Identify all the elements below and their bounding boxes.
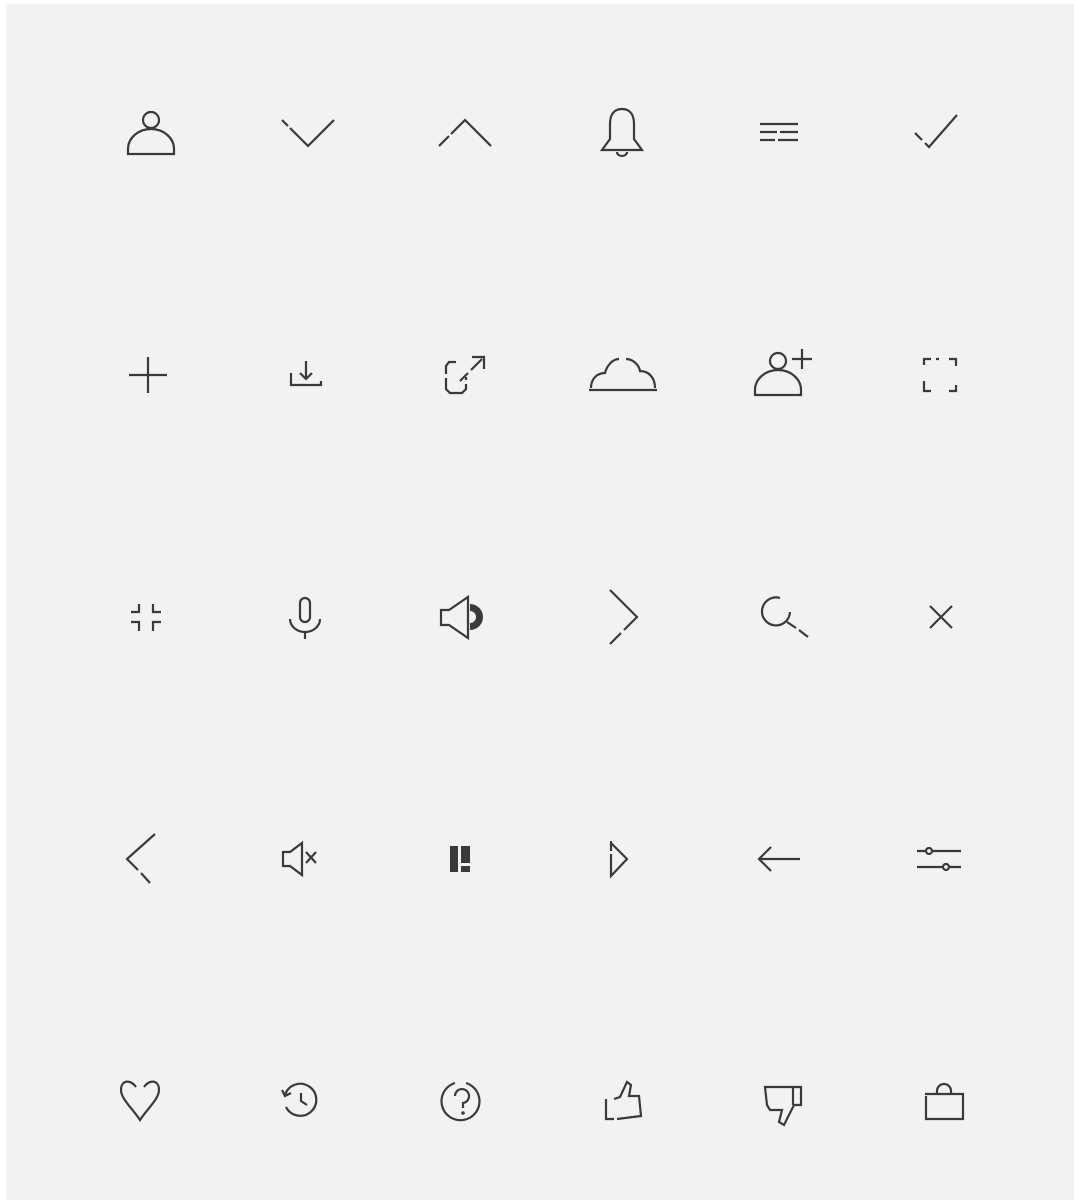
- exit-fullscreen-icon: [106, 577, 186, 657]
- sliders-icon: [898, 819, 978, 899]
- download-icon: [266, 335, 346, 415]
- cloud-icon: [583, 335, 663, 415]
- external-link-icon: [424, 335, 504, 415]
- history-icon: [261, 1061, 341, 1141]
- volume-mute-icon: [263, 819, 343, 899]
- bell-icon: [582, 93, 662, 173]
- chevron-left-icon: [105, 819, 185, 899]
- close-icon: [901, 577, 981, 657]
- fullscreen-icon: [900, 335, 980, 415]
- add-user-icon: [738, 335, 818, 415]
- plus-icon: [108, 335, 188, 415]
- search-icon: [740, 577, 820, 657]
- arrow-left-icon: [740, 819, 820, 899]
- thumbs-down-icon: [743, 1061, 823, 1141]
- play-icon: [580, 819, 660, 899]
- help-icon: [422, 1061, 502, 1141]
- pause-icon: [420, 819, 500, 899]
- check-icon: [896, 93, 976, 173]
- chevron-down-icon: [268, 93, 348, 173]
- menu-icon: [739, 93, 819, 173]
- volume-on-icon: [426, 577, 506, 657]
- thumbs-up-icon: [583, 1061, 663, 1141]
- chevron-right-icon: [584, 577, 664, 657]
- heart-icon: [100, 1061, 180, 1141]
- shopping-bag-icon: [904, 1061, 984, 1141]
- user-icon: [111, 93, 191, 173]
- chevron-up-icon: [425, 93, 505, 173]
- microphone-icon: [265, 577, 345, 657]
